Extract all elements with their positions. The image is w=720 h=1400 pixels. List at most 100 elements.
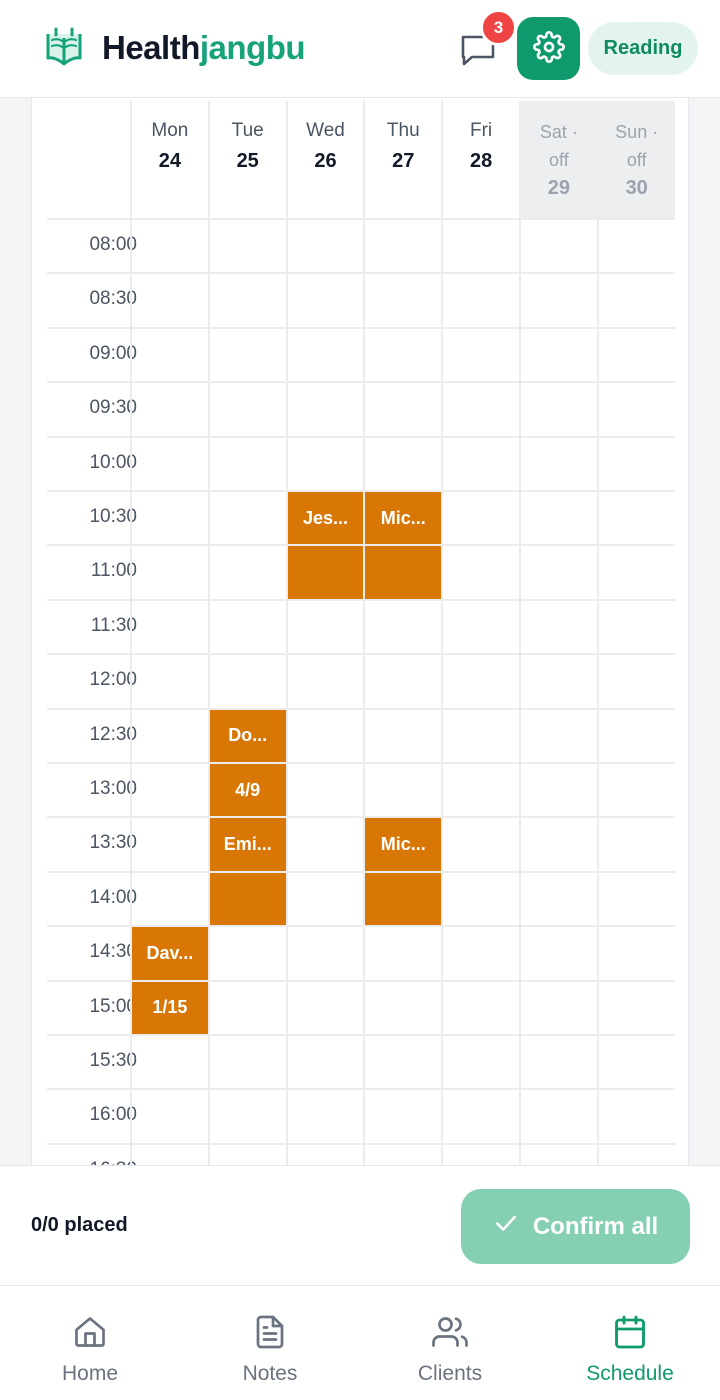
time-slot-cell[interactable]	[599, 927, 675, 979]
appointment-block[interactable]	[365, 546, 442, 599]
time-slot-cell[interactable]	[132, 438, 208, 490]
nav-item-home[interactable]: Home	[0, 1286, 180, 1400]
time-slot-cell[interactable]	[521, 546, 597, 598]
time-slot-cell[interactable]	[288, 982, 364, 1034]
time-slot-cell[interactable]	[365, 710, 441, 762]
time-slot-cell[interactable]	[521, 1036, 597, 1088]
appointment-block[interactable]	[365, 872, 442, 926]
time-slot-cell[interactable]	[210, 383, 286, 435]
time-slot-cell[interactable]	[288, 601, 364, 653]
time-slot-cell[interactable]	[365, 601, 441, 653]
time-slot-cell[interactable]	[288, 1036, 364, 1088]
confirm-all-button[interactable]: Confirm all	[461, 1189, 690, 1264]
time-slot-cell[interactable]	[132, 1145, 208, 1165]
time-slot-cell[interactable]	[443, 546, 519, 598]
time-slot-cell[interactable]	[365, 329, 441, 381]
time-slot-cell[interactable]	[521, 1090, 597, 1142]
time-slot-cell[interactable]	[599, 1145, 675, 1165]
time-slot-cell[interactable]	[599, 274, 675, 326]
time-slot-cell[interactable]	[443, 492, 519, 544]
time-slot-cell[interactable]	[443, 383, 519, 435]
time-slot-cell[interactable]	[132, 873, 208, 925]
time-slot-cell[interactable]	[443, 1090, 519, 1142]
time-slot-cell[interactable]	[210, 492, 286, 544]
appointment-block[interactable]: Mic...	[365, 818, 442, 871]
time-slot-cell[interactable]	[288, 438, 364, 490]
time-slot-cell[interactable]	[443, 818, 519, 870]
time-slot-cell[interactable]	[521, 982, 597, 1034]
time-slot-cell[interactable]	[365, 1090, 441, 1142]
time-slot-cell[interactable]	[521, 1145, 597, 1165]
time-slot-cell[interactable]	[521, 927, 597, 979]
time-slot-cell[interactable]	[443, 601, 519, 653]
time-slot-cell[interactable]	[288, 927, 364, 979]
appointment-block[interactable]	[287, 546, 364, 599]
time-slot-cell[interactable]	[599, 492, 675, 544]
time-slot-cell[interactable]	[210, 1090, 286, 1142]
time-slot-cell[interactable]	[365, 982, 441, 1034]
time-slot-cell[interactable]	[365, 655, 441, 707]
time-slot-cell[interactable]	[210, 1145, 286, 1165]
nav-item-clients[interactable]: Clients	[360, 1286, 540, 1400]
time-slot-cell[interactable]	[210, 438, 286, 490]
time-slot-cell[interactable]	[132, 492, 208, 544]
time-slot-cell[interactable]	[443, 927, 519, 979]
time-slot-cell[interactable]	[132, 329, 208, 381]
appointment-block[interactable]: Jes...	[287, 492, 364, 545]
nav-item-schedule[interactable]: Schedule	[540, 1286, 720, 1400]
time-slot-cell[interactable]	[521, 710, 597, 762]
time-slot-cell[interactable]	[599, 873, 675, 925]
time-slot-cell[interactable]	[288, 818, 364, 870]
time-slot-cell[interactable]	[443, 1036, 519, 1088]
appointment-block[interactable]: Mic...	[365, 492, 442, 545]
time-slot-cell[interactable]	[443, 1145, 519, 1165]
time-slot-cell[interactable]	[599, 329, 675, 381]
time-slot-cell[interactable]	[288, 1090, 364, 1142]
time-slot-cell[interactable]	[599, 764, 675, 816]
time-slot-cell[interactable]	[521, 329, 597, 381]
time-slot-cell[interactable]	[132, 1036, 208, 1088]
time-slot-cell[interactable]	[132, 764, 208, 816]
time-slot-cell[interactable]	[365, 274, 441, 326]
time-slot-cell[interactable]	[210, 655, 286, 707]
time-slot-cell[interactable]	[443, 710, 519, 762]
appointment-block[interactable]: Emi...	[209, 818, 286, 871]
time-slot-cell[interactable]	[132, 546, 208, 598]
time-slot-cell[interactable]	[521, 383, 597, 435]
appointment-block[interactable]	[209, 872, 286, 926]
time-slot-cell[interactable]	[132, 1090, 208, 1142]
time-slot-cell[interactable]	[521, 764, 597, 816]
time-slot-cell[interactable]	[443, 329, 519, 381]
time-slot-cell[interactable]	[521, 220, 597, 272]
time-slot-cell[interactable]	[132, 220, 208, 272]
time-slot-cell[interactable]	[132, 274, 208, 326]
time-slot-cell[interactable]	[599, 1090, 675, 1142]
time-slot-cell[interactable]	[599, 982, 675, 1034]
time-slot-cell[interactable]	[288, 329, 364, 381]
time-slot-cell[interactable]	[288, 274, 364, 326]
time-slot-cell[interactable]	[365, 220, 441, 272]
time-slot-cell[interactable]	[132, 601, 208, 653]
appointment-block[interactable]: Dav...	[132, 927, 208, 980]
time-slot-cell[interactable]	[521, 818, 597, 870]
appointment-block[interactable]: Do...	[209, 709, 286, 762]
time-slot-cell[interactable]	[210, 601, 286, 653]
time-slot-cell[interactable]	[521, 438, 597, 490]
time-slot-cell[interactable]	[521, 655, 597, 707]
time-slot-cell[interactable]	[443, 220, 519, 272]
time-slot-cell[interactable]	[288, 710, 364, 762]
reading-mode-button[interactable]: Reading	[588, 22, 698, 75]
time-slot-cell[interactable]	[599, 601, 675, 653]
time-slot-cell[interactable]	[521, 492, 597, 544]
time-slot-cell[interactable]	[599, 1036, 675, 1088]
time-slot-cell[interactable]	[210, 220, 286, 272]
time-slot-cell[interactable]	[210, 546, 286, 598]
time-slot-cell[interactable]	[599, 546, 675, 598]
time-slot-cell[interactable]	[288, 655, 364, 707]
time-slot-cell[interactable]	[521, 601, 597, 653]
time-slot-cell[interactable]	[132, 655, 208, 707]
time-slot-cell[interactable]	[443, 438, 519, 490]
time-slot-cell[interactable]	[210, 982, 286, 1034]
time-slot-cell[interactable]	[365, 438, 441, 490]
time-slot-cell[interactable]	[132, 383, 208, 435]
